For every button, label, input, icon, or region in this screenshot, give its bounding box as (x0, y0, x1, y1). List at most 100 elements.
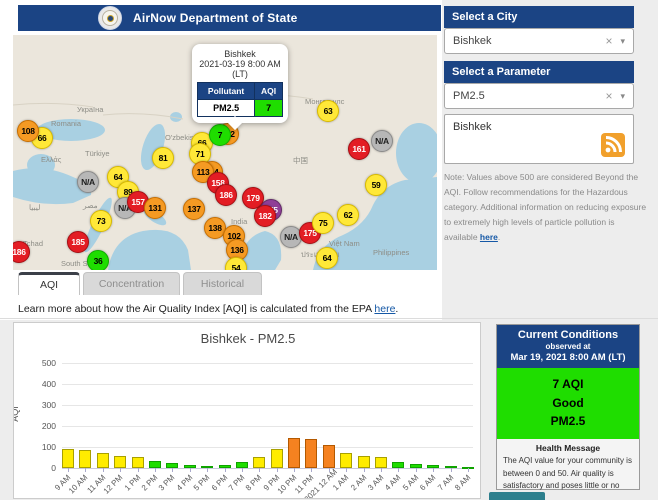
chart-x-tick (276, 468, 278, 472)
current-conditions-header: Current Conditions observed at Mar 19, 2… (497, 325, 639, 368)
next-section-cutoff[interactable] (489, 492, 545, 500)
chart-x-tick (346, 468, 348, 472)
chart-bar (288, 438, 301, 468)
chart-x-tick (450, 468, 452, 472)
chart-x-tick (189, 468, 191, 472)
tab-historical[interactable]: Historical (183, 272, 262, 295)
popup-city: Bishkek (224, 49, 256, 59)
city-select-value: Bishkek (453, 35, 492, 47)
chart-x-tick (172, 468, 174, 472)
epa-here-link[interactable]: here (374, 303, 395, 315)
note-here-link[interactable]: here (480, 232, 498, 242)
map-place-label: Romania (51, 119, 82, 128)
rss-city-label: Bishkek (453, 121, 492, 133)
chart-y-tick-label: 500 (41, 358, 56, 368)
map-place-label: ليبيا (29, 203, 41, 212)
chart-x-tick (259, 468, 261, 472)
aqi-marker[interactable]: N/A (371, 130, 393, 152)
chart-bar (340, 453, 353, 468)
aqi-bar-chart: Bishkek - PM2.5 AQI 0 100 200 300 400 500 9 AM… (13, 322, 481, 499)
app-title: AirNow Department of State (133, 11, 298, 25)
chart-x-tick (102, 468, 104, 472)
aqi-marker[interactable]: 161 (348, 138, 370, 160)
popup-datetime: 2021-03-19 8:00 AM (199, 59, 281, 69)
rss-feed-box: Bishkek (444, 114, 634, 164)
chart-x-tick (311, 468, 313, 472)
aqi-marker[interactable]: 64 (316, 247, 338, 269)
popup-aqi-header: AQI (254, 82, 283, 100)
aqi-marker[interactable]: N/A (77, 171, 99, 193)
tab-aqi[interactable]: AQI (18, 272, 80, 295)
observed-datetime: Mar 19, 2021 8:00 AM (LT) (510, 352, 626, 363)
select-parameter-header: Select a Parameter (444, 61, 634, 83)
map-place-label: Türkiye (85, 149, 110, 158)
map-place-label: Việt Nam (329, 239, 360, 248)
health-message-title: Health Message (535, 442, 601, 453)
chart-bar (62, 449, 74, 468)
chart-bar (305, 439, 318, 468)
chart-y-tick-label: 200 (41, 421, 56, 431)
seal-inner-ring (102, 10, 118, 26)
chart-bar (96, 453, 109, 468)
chart-title: Bishkek - PM2.5 (200, 331, 296, 346)
chart-bar (270, 449, 283, 468)
seal-emblem (106, 14, 114, 22)
clear-city-icon[interactable]: × (605, 34, 612, 48)
popup-pollutant-value: PM2.5 (196, 99, 256, 117)
chart-x-tick (415, 468, 417, 472)
aqi-marker[interactable]: 186 (215, 184, 237, 206)
aqi-marker[interactable]: 131 (144, 197, 166, 219)
aqi-marker[interactable]: 75 (312, 212, 334, 234)
aqi-value: 7 AQI (552, 377, 584, 391)
aqi-marker[interactable]: 182 (254, 205, 276, 227)
chart-x-tick (381, 468, 383, 472)
aqi-marker[interactable]: 73 (90, 210, 112, 232)
city-select[interactable]: Bishkek × ▾ (444, 28, 634, 54)
map-place-label: Ελλάς (41, 155, 62, 164)
aqi-marker[interactable]: 108 (17, 120, 39, 142)
city-dropdown-caret-icon[interactable]: ▾ (620, 36, 625, 47)
chart-x-tick (363, 468, 365, 472)
airnow-page: AirNow Department of State Україна Romani… (0, 0, 658, 500)
chart-gridline (62, 384, 473, 385)
chart-gridline (62, 405, 473, 406)
chart-x-tick (294, 468, 296, 472)
rss-feed-icon[interactable] (601, 133, 625, 157)
chart-x-tick (241, 468, 243, 472)
clear-parameter-icon[interactable]: × (605, 89, 612, 103)
aqi-marker[interactable]: 137 (183, 198, 205, 220)
aqi-marker[interactable]: 185 (67, 231, 89, 253)
tab-concentration[interactable]: Concentration (83, 272, 180, 295)
aqi-marker[interactable]: 81 (152, 147, 174, 169)
learn-more-line: Learn more about how the Air Quality Ind… (18, 303, 398, 315)
parameter-select[interactable]: PM2.5 × ▾ (444, 83, 634, 109)
aqi-marker[interactable]: 63 (317, 100, 339, 122)
department-of-state-seal-icon (98, 6, 122, 30)
aqi-parameter: PM2.5 (550, 414, 586, 429)
aqi-marker[interactable]: 36 (87, 250, 109, 270)
aqi-marker[interactable]: 62 (337, 204, 359, 226)
note-suffix: . (497, 231, 501, 242)
aqi-world-map[interactable]: Україна Romania Türkiye Ελλάς ليبيا مصر O'zbek… (13, 35, 437, 270)
aqi-marker[interactable]: 59 (365, 174, 387, 196)
learn-more-suffix: . (395, 303, 399, 315)
chart-bar (114, 456, 127, 468)
current-conditions-title: Current Conditions (517, 329, 619, 341)
parameter-dropdown-caret-icon[interactable]: ▾ (620, 91, 625, 102)
observed-at-label: observed at (545, 342, 591, 351)
chart-bar (357, 456, 370, 468)
chart-gridline (62, 447, 473, 448)
aqi-marker[interactable]: 7 (209, 124, 231, 146)
parameter-select-value: PM2.5 (453, 90, 485, 102)
section-divider (0, 318, 658, 319)
chart-x-axis (62, 468, 473, 469)
chart-x-tick (120, 468, 122, 472)
chart-x-tick (398, 468, 400, 472)
current-conditions-panel: Current Conditions observed at Mar 19, 2… (496, 324, 640, 500)
chart-y-axis-label: AQI (13, 406, 20, 422)
chart-y-tick-label: 300 (41, 400, 56, 410)
popup-aqi-value: 7 (254, 99, 283, 117)
learn-more-text: Learn more about how the Air Quality Ind… (18, 303, 375, 315)
chart-y-tick-label: 100 (41, 442, 56, 452)
chart-bar (375, 457, 388, 468)
